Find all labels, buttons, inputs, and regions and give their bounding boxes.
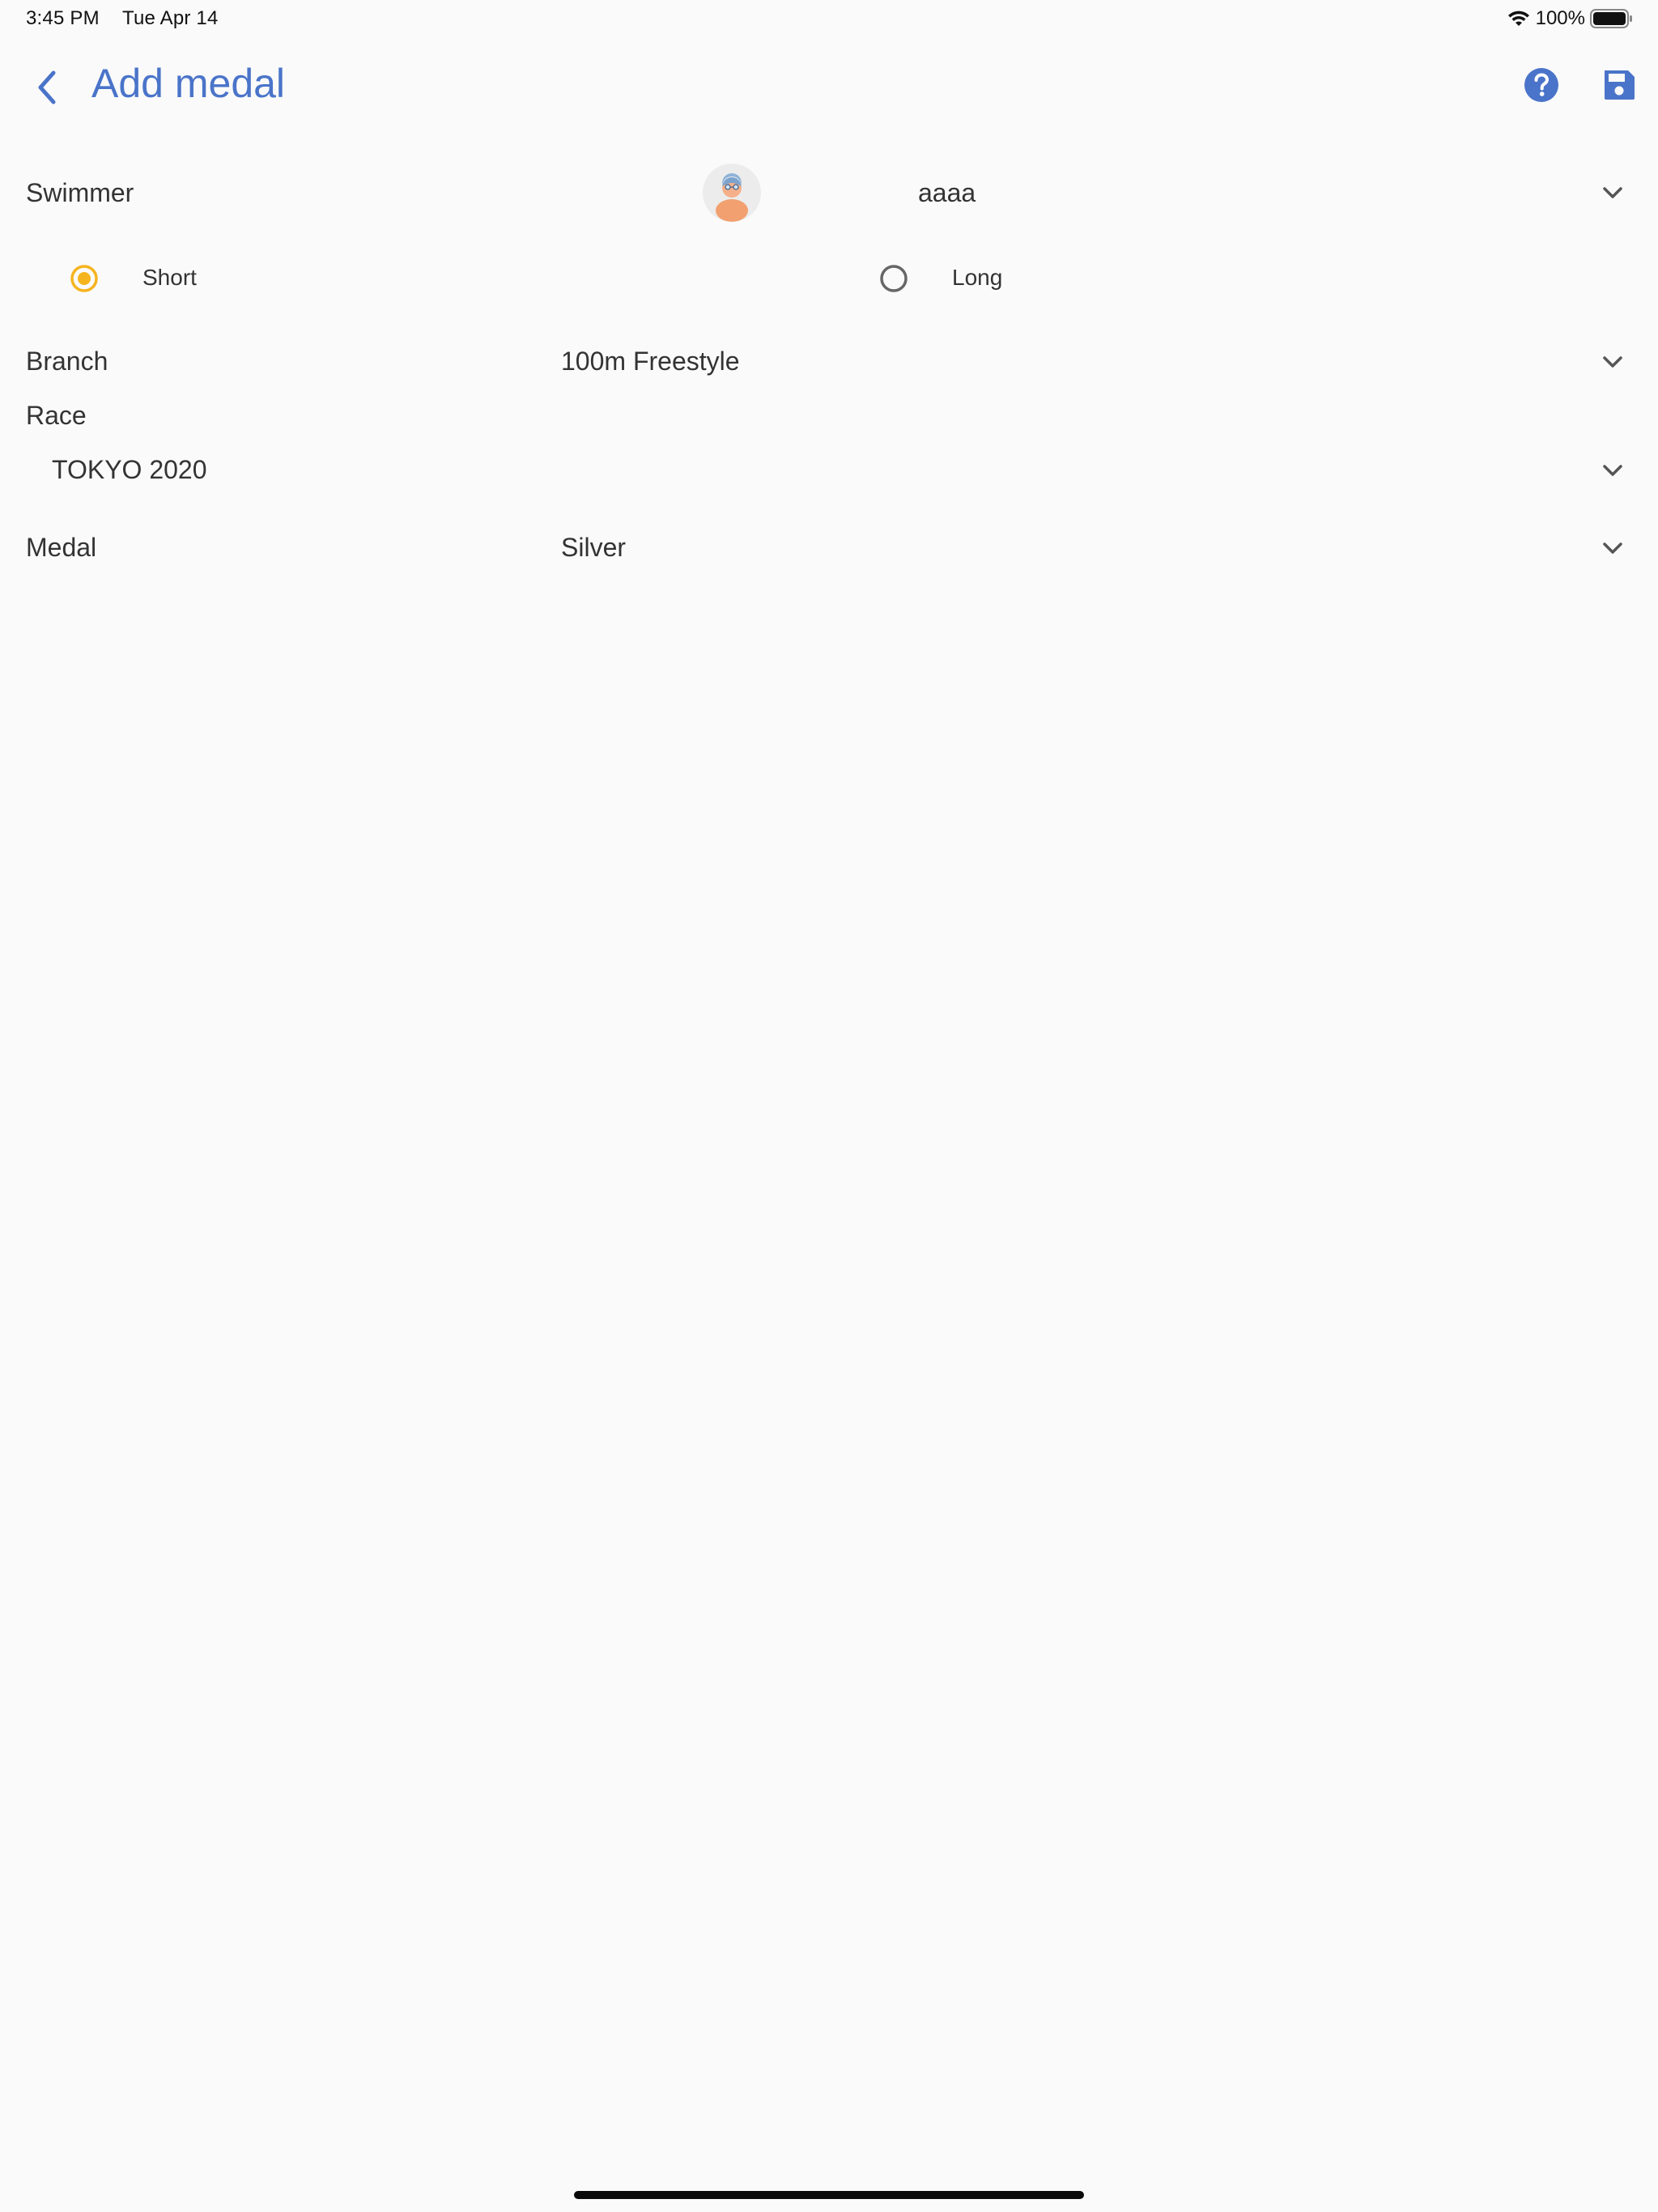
radio-unselected-icon[interactable] (879, 264, 908, 293)
radio-selected-icon[interactable] (70, 264, 99, 293)
race-label: Race (26, 401, 87, 430)
home-indicator[interactable] (574, 2191, 1084, 2199)
help-icon[interactable] (1522, 66, 1561, 104)
branch-label: Branch (26, 347, 108, 376)
wifi-icon (1507, 11, 1529, 26)
swimmer-avatar-icon (716, 173, 748, 222)
status-indicators: 100% (1507, 6, 1634, 31)
swimmer-avatar (703, 164, 761, 222)
radio-label-long: Long (952, 265, 1003, 290)
chevron-down-icon[interactable] (1596, 454, 1629, 487)
status-date: Tue Apr 14 (122, 7, 219, 29)
status-bar: 3:45 PM Tue Apr 14 100% (0, 0, 1658, 39)
race-value: TOKYO 2020 (52, 455, 207, 484)
medal-value: Silver (561, 533, 627, 562)
swimmer-label: Swimmer (26, 178, 134, 207)
radio-label-short: Short (142, 265, 197, 290)
chevron-down-icon[interactable] (1596, 346, 1629, 378)
back-arrow-icon (38, 70, 56, 104)
app-bar: Add medal (0, 49, 1658, 121)
page-title: Add medal (91, 61, 286, 106)
branch-value: 100m Freestyle (561, 347, 740, 376)
battery-icon (1590, 9, 1632, 28)
battery-percentage: 100% (1535, 7, 1585, 29)
medal-label: Medal (26, 533, 97, 562)
status-time: 3:45 PM (26, 7, 100, 29)
chevron-down-icon[interactable] (1596, 177, 1629, 209)
chevron-down-icon[interactable] (1596, 532, 1629, 564)
save-icon[interactable] (1600, 66, 1639, 104)
swimmer-value: aaaa (918, 178, 976, 207)
back-button[interactable] (24, 65, 70, 110)
